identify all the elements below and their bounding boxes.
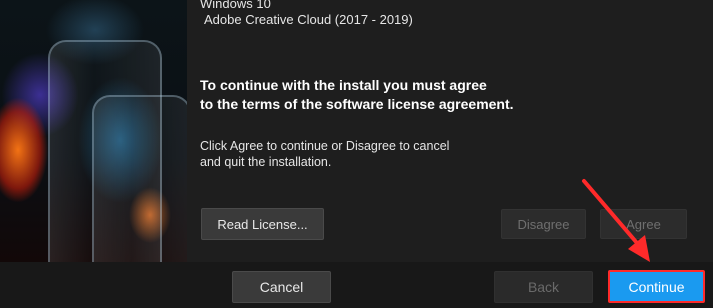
installer-artwork <box>0 0 187 262</box>
footer-bar <box>0 262 713 308</box>
read-license-button[interactable]: Read License... <box>201 208 324 240</box>
os-label: Windows 10 <box>200 0 271 11</box>
instructions-line1: Click Agree to continue or Disagree to c… <box>200 139 450 153</box>
agree-button[interactable]: Agree <box>600 209 687 239</box>
product-label: Adobe Creative Cloud (2017 - 2019) <box>204 12 413 27</box>
back-button[interactable]: Back <box>494 271 593 303</box>
artwork-jar-right <box>92 95 187 262</box>
continue-button[interactable]: Continue <box>608 270 705 303</box>
agreement-heading-line1: To continue with the install you must ag… <box>200 77 487 93</box>
disagree-button[interactable]: Disagree <box>501 209 586 239</box>
instructions-line2: and quit the installation. <box>200 155 332 169</box>
agreement-heading-line2: to the terms of the software license agr… <box>200 96 514 112</box>
cancel-button[interactable]: Cancel <box>232 271 331 303</box>
